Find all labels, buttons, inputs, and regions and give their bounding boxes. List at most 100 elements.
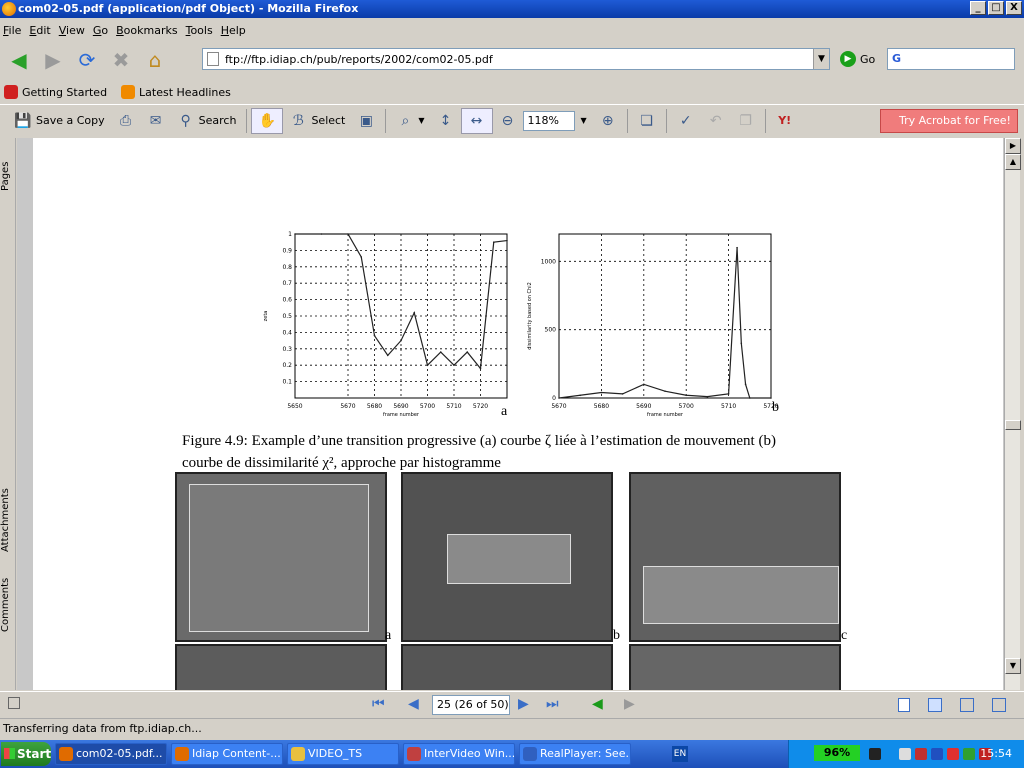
dropdown-icon: ▼ — [418, 116, 425, 125]
save-copy-button[interactable]: 💾 Save a Copy — [8, 108, 111, 134]
y-tick-label: 500 — [545, 327, 557, 334]
menu-bookmarks[interactable]: Bookmarks — [116, 24, 185, 37]
panel-toggle-icon[interactable] — [8, 697, 20, 709]
close-button[interactable]: X — [1006, 1, 1022, 15]
task-idiap[interactable]: Idiap Content-... — [171, 743, 283, 765]
x-tick-label: 5710 — [721, 403, 736, 410]
comments-tab[interactable]: Comments — [0, 578, 16, 632]
select-tool-button[interactable]: ℬ Select — [283, 108, 351, 134]
y-tick-label: 1000 — [541, 258, 556, 265]
snapshot-button[interactable]: ▣ — [351, 108, 381, 134]
frame-overlay — [643, 566, 839, 624]
menu-go[interactable]: Go — [93, 24, 116, 37]
attachments-tab[interactable]: Attachments — [0, 488, 16, 552]
task-intervideo[interactable]: InterVideo Win... — [403, 743, 515, 765]
page-layout-button[interactable]: ❏ — [632, 108, 662, 134]
video-frame-b — [401, 472, 613, 642]
power-plug-icon[interactable] — [869, 748, 881, 760]
data-point — [426, 364, 429, 366]
language-indicator[interactable]: EN — [672, 746, 688, 762]
scroll-down-arrow-icon[interactable]: ▼ — [1005, 658, 1021, 674]
copy-button[interactable]: ❐ — [731, 108, 761, 134]
zoom-in-button[interactable]: ⊕ — [593, 108, 623, 134]
search-input[interactable]: G — [887, 48, 1015, 70]
scroll-thumb[interactable] — [1005, 420, 1021, 430]
maximize-button[interactable]: □ — [988, 1, 1004, 15]
reload-button[interactable]: ⟳ — [72, 46, 102, 74]
data-point — [400, 339, 402, 342]
getting-started-icon — [4, 85, 18, 99]
single-page-icon[interactable] — [898, 698, 910, 712]
home-button[interactable]: ⌂ — [140, 46, 170, 74]
email-button[interactable]: ✉ — [141, 108, 171, 134]
previous-page-icon[interactable]: ◀ — [408, 696, 419, 712]
battery-indicator[interactable]: 96% — [814, 745, 860, 761]
tray-icon[interactable] — [947, 748, 959, 760]
next-page-icon[interactable]: ▶ — [518, 696, 529, 712]
page-navigation-bar: ⏮ ◀ 25 (26 of 50) ▶ ⏭ ◀ ▶ — [0, 691, 1024, 717]
continuous-page-icon[interactable] — [928, 698, 942, 712]
document-viewport[interactable]: 5650 5670 5680 5690 5700 5710 5720 0.1 0.2 0.3 0.4… — [17, 138, 1004, 690]
home-icon: ⌂ — [148, 48, 162, 72]
menu-help[interactable]: Help — [221, 24, 254, 37]
menu-edit[interactable]: Edit — [29, 24, 58, 37]
page-up-icon[interactable]: ▶ — [1005, 138, 1021, 154]
hand-icon: ✋ — [258, 112, 277, 129]
bookmark-latest-headlines[interactable]: Latest Headlines — [121, 85, 231, 99]
go-forward-icon[interactable]: ▶ — [624, 696, 635, 712]
menu-tools[interactable]: Tools — [186, 24, 221, 37]
task-video-ts[interactable]: VIDEO_TS — [287, 743, 399, 765]
zoom-input[interactable]: 118% — [522, 110, 575, 131]
spellcheck-button[interactable]: ✓ — [671, 108, 701, 134]
forward-button[interactable]: ▶ — [38, 46, 68, 74]
menu-view[interactable]: View — [59, 24, 93, 37]
page-number-input[interactable]: 25 (26 of 50) — [432, 695, 510, 715]
menu-file[interactable]: File — [3, 24, 29, 37]
go-button[interactable]: ▶ Go — [840, 51, 875, 67]
task-realplayer[interactable]: RealPlayer: See... — [519, 743, 631, 765]
vertical-scrollbar[interactable]: ▶ ▲ ▼ — [1004, 138, 1021, 690]
tray-icon[interactable] — [915, 748, 927, 760]
facing-pages-icon[interactable] — [960, 698, 974, 712]
y-tick-label: 0.2 — [282, 362, 292, 369]
caption-line-2: courbe de dissimilarité χ², approche par… — [182, 455, 501, 471]
start-button[interactable]: Start — [1, 742, 51, 766]
bookmark-getting-started[interactable]: Getting Started — [4, 85, 107, 99]
first-page-icon[interactable]: ⏮ — [372, 696, 385, 712]
url-bar[interactable]: ftp://ftp.idiap.ch/pub/reports/2002/com0… — [202, 48, 830, 70]
scroll-up-arrow-icon[interactable]: ▲ — [1005, 154, 1021, 170]
pages-tab[interactable]: Pages — [0, 156, 16, 196]
back-button[interactable]: ◀ — [4, 46, 34, 74]
x-tick-label: 5720 — [473, 403, 488, 410]
fit-page-button[interactable]: ↕ — [431, 108, 461, 134]
minimize-button[interactable]: _ — [970, 1, 986, 15]
frame-c-letter: c — [841, 628, 848, 643]
stop-button[interactable]: ✖ — [106, 46, 136, 74]
try-acrobat-button[interactable]: Try Acrobat for Free! — [880, 109, 1018, 133]
fit-width-button[interactable]: ↔ — [460, 107, 493, 134]
data-point — [727, 393, 730, 395]
toolbar-separator — [764, 108, 766, 133]
url-text: ftp://ftp.idiap.ch/pub/reports/2002/com0… — [225, 52, 493, 66]
x-axis-label: frame number — [383, 412, 420, 418]
tray-icon[interactable] — [899, 748, 911, 760]
search-button[interactable]: ⚲ Search — [171, 108, 243, 134]
navigation-toolbar: ◀ ▶ ⟳ ✖ ⌂ ftp://ftp.idiap.ch/pub/reports… — [0, 42, 1024, 78]
y-tick-label: 0.7 — [282, 280, 292, 287]
zoom-dropdown-button[interactable]: ▼ — [575, 108, 593, 134]
zoom-in-tool-button[interactable]: ⌕ ▼ — [390, 108, 430, 134]
go-back-icon[interactable]: ◀ — [592, 696, 603, 712]
rotate-button[interactable]: ↶ — [701, 108, 731, 134]
last-page-icon[interactable]: ⏭ — [546, 696, 559, 712]
caption-line-1: Figure 4.9: Example d’une transition pro… — [182, 433, 776, 449]
tray-icon[interactable] — [931, 748, 943, 760]
x-tick-label: 5710 — [446, 403, 461, 410]
url-dropdown-icon[interactable]: ▼ — [813, 49, 829, 69]
yahoo-button[interactable]: Y! — [770, 108, 800, 134]
task-firefox[interactable]: com02-05.pdf... — [55, 743, 167, 765]
tray-icon[interactable] — [963, 748, 975, 760]
print-button[interactable]: ⎙ — [111, 108, 141, 134]
continuous-facing-icon[interactable] — [992, 698, 1006, 712]
hand-tool-button[interactable]: ✋ — [251, 107, 284, 134]
zoom-out-button[interactable]: ⊖ — [493, 108, 523, 134]
